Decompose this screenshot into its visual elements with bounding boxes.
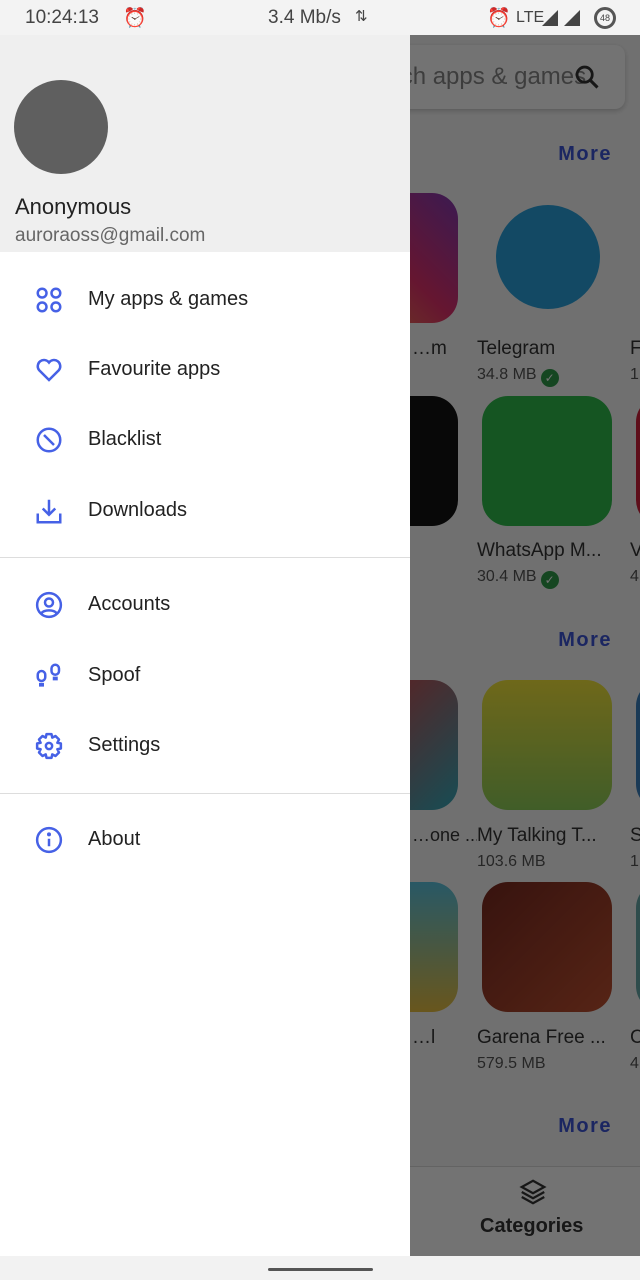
app-tile[interactable]	[482, 396, 612, 526]
app-size: 1	[630, 366, 639, 383]
avatar[interactable]	[14, 80, 108, 174]
navigation-drawer: Anonymous auroraoss@gmail.com My apps & …	[0, 35, 410, 1256]
data-activity-icon: ⇅	[355, 8, 368, 25]
divider	[0, 793, 410, 794]
app-tile[interactable]	[482, 193, 612, 323]
app-tile[interactable]	[636, 882, 640, 1012]
app-size: 30.4 MB ✓	[477, 568, 559, 589]
more-link[interactable]: More	[558, 143, 612, 166]
gear-icon	[35, 732, 63, 760]
drawer-item-my-apps[interactable]: My apps & games	[0, 270, 410, 330]
system-navigation-bar	[0, 1256, 640, 1280]
installed-check-icon: ✓	[540, 369, 559, 387]
app-name: …m	[412, 338, 447, 359]
app-name: My Talking T...	[477, 825, 597, 847]
drawer-item-label: Favourite apps	[88, 358, 221, 380]
divider	[0, 557, 410, 558]
apps-icon	[36, 287, 62, 313]
drawer-item-blacklist[interactable]: Blacklist	[0, 410, 410, 470]
drawer-item-label: My apps & games	[88, 288, 249, 310]
signal-icon	[540, 8, 584, 34]
app-tile[interactable]	[636, 680, 640, 810]
network-speed: 3.4 Mb/s	[268, 7, 341, 28]
battery-indicator: 48	[594, 7, 616, 29]
more-link[interactable]: More	[558, 629, 612, 652]
app-size: 4	[630, 568, 639, 585]
drawer-item-label: Settings	[88, 734, 161, 756]
drawer-item-label: Accounts	[88, 593, 171, 615]
footprints-icon	[36, 663, 61, 687]
account-icon	[35, 591, 63, 619]
drawer-item-spoof[interactable]: Spoof	[0, 646, 410, 706]
alarm-icon: ⏰	[123, 8, 147, 29]
app-name: Garena Free ...	[477, 1027, 606, 1048]
app-name: S	[630, 825, 640, 846]
alarm-icon-right: ⏰	[487, 8, 511, 29]
app-name: F	[630, 338, 640, 359]
user-email: auroraoss@gmail.com	[15, 225, 206, 246]
installed-check-icon: ✓	[540, 571, 559, 589]
drawer-item-downloads[interactable]: Downloads	[0, 481, 410, 541]
app-tile[interactable]	[482, 882, 612, 1012]
app-size: 1	[630, 853, 639, 870]
drawer-item-about[interactable]: About	[0, 810, 410, 870]
app-size: 4	[630, 1055, 639, 1072]
app-name: Telegram	[477, 338, 556, 359]
app-name: C	[630, 1027, 640, 1048]
more-link[interactable]: More	[558, 1115, 612, 1138]
drawer-item-favourites[interactable]: Favourite apps	[0, 340, 410, 400]
status-bar: 10:24:13 ⏰ 3.4 Mb/s ⇅ ⏰ LTE 48	[0, 0, 640, 35]
block-icon	[36, 427, 62, 453]
app-name: …one ...	[412, 825, 481, 845]
drawer-item-label: Downloads	[88, 499, 187, 521]
drawer-item-label: About	[88, 828, 141, 850]
app-tile[interactable]	[636, 396, 640, 526]
search-icon[interactable]	[573, 63, 601, 91]
gesture-handle[interactable]	[268, 1268, 373, 1271]
drawer-header: Anonymous auroraoss@gmail.com	[0, 35, 410, 252]
layers-icon[interactable]	[518, 1177, 548, 1207]
drawer-item-accounts[interactable]: Accounts	[0, 575, 410, 635]
app-name: WhatsApp M...	[477, 540, 602, 561]
clock: 10:24:13	[25, 7, 99, 28]
app-name: …l	[412, 1027, 436, 1048]
tab-categories[interactable]: Categories	[480, 1215, 583, 1238]
app-name: V	[630, 540, 640, 561]
info-icon	[35, 826, 63, 854]
app-tile[interactable]	[482, 680, 612, 810]
download-icon	[36, 499, 62, 524]
app-size: 34.8 MB ✓	[477, 366, 559, 387]
user-name: Anonymous	[15, 194, 132, 219]
app-size: 103.6 MB	[477, 853, 546, 870]
app-size: 579.5 MB	[477, 1055, 546, 1072]
drawer-item-settings[interactable]: Settings	[0, 716, 410, 776]
drawer-item-label: Spoof	[88, 664, 141, 686]
drawer-item-label: Blacklist	[88, 428, 162, 450]
heart-icon	[36, 358, 62, 382]
